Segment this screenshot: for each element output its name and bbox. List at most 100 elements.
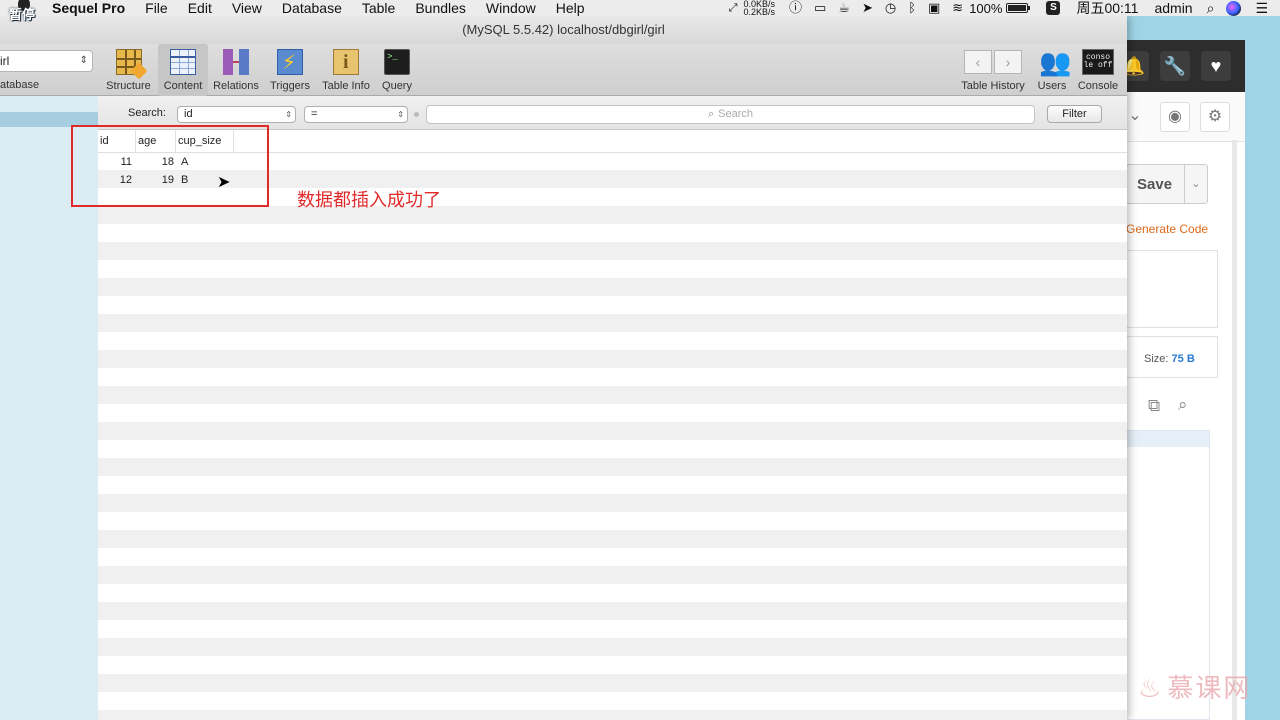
search-placeholder: Search xyxy=(718,108,754,120)
table-history-label: Table History xyxy=(961,80,1025,92)
operator-select[interactable]: = ⇕ xyxy=(304,106,408,123)
apple-menu[interactable]: 暂停 xyxy=(0,0,50,22)
time-machine-icon[interactable]: ◷ xyxy=(885,0,896,16)
sequel-pro-window: (MySQL 5.5.42) localhost/dbgirl/girl irl… xyxy=(0,16,1127,720)
pause-overlay-text: 暂停 xyxy=(9,7,36,22)
console-icon-text-2: le off xyxy=(1083,61,1113,70)
cup-icon[interactable]: ☕ xyxy=(838,0,850,16)
history-nav-icon: ‹ › xyxy=(964,50,1024,74)
size-value: 75 B xyxy=(1171,353,1195,365)
spotlight-icon[interactable]: ⌕ xyxy=(1207,0,1215,17)
chevron-down-icon[interactable]: ⌄ xyxy=(1183,165,1207,203)
menu-database[interactable]: Database xyxy=(272,0,352,16)
database-select-value: irl xyxy=(0,54,10,68)
bluetooth-icon[interactable]: ᛒ xyxy=(908,0,916,16)
copy-icon[interactable]: ⧉ xyxy=(1148,396,1160,416)
table-info-button[interactable]: Table Info xyxy=(318,44,374,96)
query-icon xyxy=(384,49,410,75)
structure-label: Structure xyxy=(106,80,151,92)
size-label: Size: xyxy=(1144,353,1169,365)
content-button[interactable]: Content xyxy=(158,44,208,96)
menu-file[interactable]: File xyxy=(135,0,178,16)
network-speed: 0.0KB/s 0.2KB/s xyxy=(743,0,775,17)
net-arrows-icon: ⤢ xyxy=(728,1,738,14)
menubar: 暂停 Sequel Pro File Edit View Database Ta… xyxy=(0,0,1280,22)
content-label: Content xyxy=(163,80,203,92)
triggers-button[interactable]: Triggers xyxy=(265,44,315,96)
triggers-label: Triggers xyxy=(270,80,310,92)
database-select[interactable]: irl ⇕ xyxy=(0,50,93,72)
siri-icon[interactable] xyxy=(1226,0,1242,16)
structure-icon xyxy=(115,49,142,75)
menu-help[interactable]: Help xyxy=(546,0,595,16)
field-select[interactable]: id ⇕ xyxy=(177,106,296,123)
users-label: Users xyxy=(1037,80,1067,92)
annotation-highlight-box xyxy=(71,125,269,207)
wifi-icon[interactable]: ≋ xyxy=(952,0,963,16)
table-info-icon xyxy=(333,49,359,75)
airplay-icon[interactable]: ▭ xyxy=(814,0,826,16)
forward-arrow-icon[interactable]: › xyxy=(994,50,1022,74)
content-table: id age cup_size 11 18 A 12 19 B xyxy=(98,130,1127,720)
size-indicator: Size: 75 B xyxy=(1144,353,1195,365)
gear-icon[interactable]: ⚙ xyxy=(1200,102,1230,132)
search-label: Search: xyxy=(128,107,166,119)
net-down: 0.2KB/s xyxy=(743,7,775,17)
console-icon: conso le off xyxy=(1082,49,1114,75)
search-input[interactable]: ⌕ Search xyxy=(426,105,1035,124)
menu-view[interactable]: View xyxy=(222,0,272,16)
battery-percent: 100% xyxy=(969,0,1003,16)
select-arrows-icon: ⇕ xyxy=(397,110,404,119)
relations-button[interactable]: Relations xyxy=(210,44,262,96)
relations-icon xyxy=(223,49,249,75)
triggers-icon xyxy=(277,49,303,75)
background-panel xyxy=(1126,250,1218,328)
filter-button[interactable]: Filter xyxy=(1047,105,1102,123)
search-icon: ⌕ xyxy=(707,108,715,120)
save-button[interactable]: Save ⌄ xyxy=(1126,164,1208,204)
select-arrows-icon: ⇕ xyxy=(285,110,292,119)
clock[interactable]: 周五00:11 xyxy=(1076,0,1138,18)
menu-window[interactable]: Window xyxy=(476,0,546,16)
status-dot-icon xyxy=(414,112,419,117)
operator-select-value: = xyxy=(311,108,318,120)
info-icon[interactable]: ⓘ xyxy=(789,0,802,16)
eye-icon[interactable]: ◉ xyxy=(1160,102,1190,132)
status-area: ⤢ 0.0KB/s 0.2KB/s ⓘ ▭ ☕ ➤ ◷ ᛒ ▣ ≋ 100% S… xyxy=(728,0,1280,18)
search-icon[interactable]: ⌕ xyxy=(1178,395,1188,415)
console-label: Console xyxy=(1077,80,1119,92)
wrench-icon[interactable]: 🔧 xyxy=(1160,51,1190,81)
menu-app-name[interactable]: Sequel Pro xyxy=(50,0,135,16)
display-icon[interactable]: ▣ xyxy=(928,0,940,16)
menu-bundles[interactable]: Bundles xyxy=(405,0,476,16)
table-info-label: Table Info xyxy=(322,80,370,92)
user-name[interactable]: admin xyxy=(1154,0,1192,16)
back-arrow-icon[interactable]: ‹ xyxy=(964,50,992,74)
battery-icon[interactable] xyxy=(1006,3,1031,13)
structure-button[interactable]: Structure xyxy=(101,44,156,96)
table-history-button[interactable]: ‹ › Table History xyxy=(957,44,1029,96)
watermark-text: 慕课网 xyxy=(1167,673,1252,703)
annotation-text: 数据都插入成功了 xyxy=(297,190,441,210)
heart-icon[interactable]: ♥ xyxy=(1201,51,1231,81)
menu-table[interactable]: Table xyxy=(352,0,405,16)
field-select-value: id xyxy=(184,108,193,120)
location-icon[interactable]: ➤ xyxy=(862,0,873,16)
relations-label: Relations xyxy=(213,80,259,92)
window-title: (MySQL 5.5.42) localhost/dbgirl/girl xyxy=(0,16,1127,44)
save-label: Save xyxy=(1137,175,1173,193)
notification-center-icon[interactable]: ☰ xyxy=(1255,0,1268,17)
query-label: Query xyxy=(382,80,412,92)
toolbar: irl ⇕ atabase Structure Content Relation… xyxy=(0,44,1127,96)
flame-logo-icon: ♨ xyxy=(1138,673,1164,703)
s-app-icon[interactable]: S xyxy=(1046,1,1061,15)
users-icon: 👥 xyxy=(1039,47,1072,77)
background-scrollbar[interactable] xyxy=(1232,140,1237,720)
console-button[interactable]: conso le off Console xyxy=(1074,44,1122,96)
query-button[interactable]: Query xyxy=(377,44,417,96)
watermark: ♨ 慕课网 xyxy=(1138,668,1251,705)
users-button[interactable]: 👥 Users xyxy=(1034,44,1072,96)
database-label: atabase xyxy=(0,79,40,91)
menu-edit[interactable]: Edit xyxy=(178,0,222,16)
generate-code-link[interactable]: Generate Code xyxy=(1126,222,1208,236)
